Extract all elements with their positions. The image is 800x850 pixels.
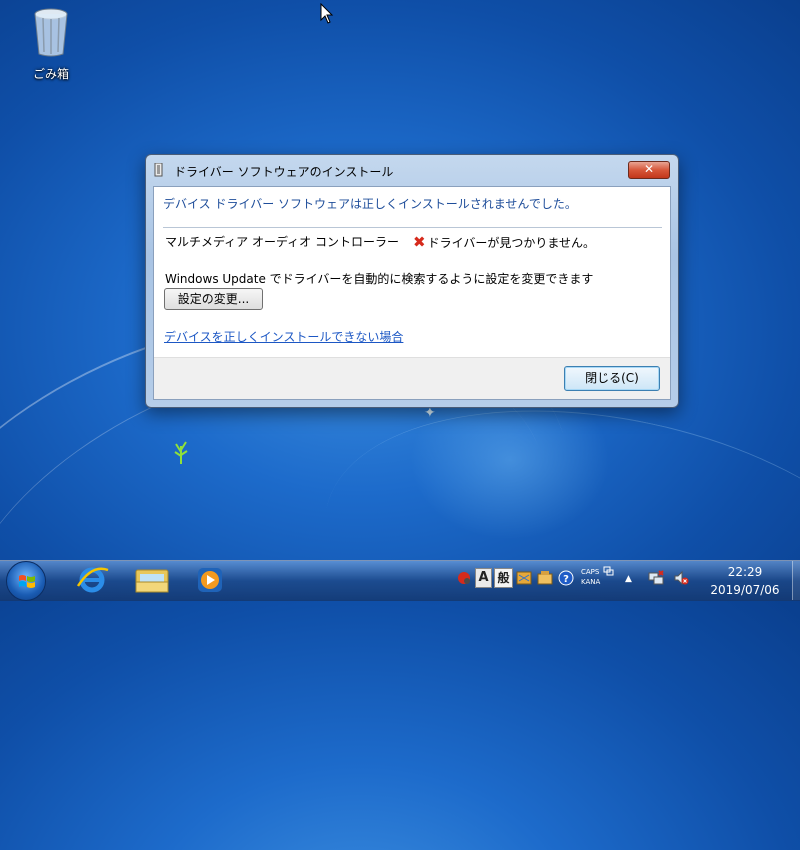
mouse-cursor-icon <box>320 3 334 24</box>
dialog-headline: デバイス ドライバー ソフトウェアは正しくインストールされませんでした。 <box>163 197 577 211</box>
clock[interactable]: 22:29 2019/07/06 <box>700 563 790 599</box>
dialog-title-bar[interactable]: ドライバー ソフトウェアのインストール ✕ <box>146 155 678 185</box>
divider <box>163 227 662 228</box>
close-button[interactable]: 閉じる(C) <box>564 366 660 391</box>
network-icon[interactable] <box>648 570 664 586</box>
volume-muted-icon[interactable] <box>673 570 689 586</box>
windows-update-text: Windows Update でドライバーを自動的に検索するように設定を変更でき… <box>165 272 594 286</box>
recycle-bin-icon <box>34 8 68 57</box>
svg-text:?: ? <box>563 574 569 585</box>
clock-time: 22:29 <box>727 565 763 579</box>
clock-date: 2019/07/06 <box>710 583 780 597</box>
device-icon <box>154 163 163 177</box>
error-x-icon: ✖ <box>413 233 426 251</box>
wallpaper-leaf-icon <box>174 441 188 464</box>
windows-explorer-icon[interactable] <box>132 564 172 596</box>
windows-flag-icon <box>19 575 35 588</box>
driver-status: ✖ ドライバーが見つかりません。 <box>413 233 595 251</box>
ime-pad-icon[interactable] <box>456 570 472 586</box>
driver-install-dialog: ドライバー ソフトウェアのインストール ✕ デバイス ドライバー ソフトウェアは… <box>145 154 679 408</box>
kana-label: KANA <box>581 578 601 586</box>
change-settings-button[interactable]: 設定の変更... <box>164 288 263 310</box>
ime-dictionary-icon[interactable] <box>516 570 532 586</box>
media-player-icon[interactable] <box>190 564 230 596</box>
dialog-title: ドライバー ソフトウェアのインストール <box>174 165 394 179</box>
ime-options-icon[interactable] <box>603 566 615 576</box>
internet-explorer-icon[interactable] <box>72 564 112 596</box>
ime-kanji-indicator[interactable]: 般 <box>494 568 513 588</box>
ime-tool-icon[interactable] <box>537 570 553 586</box>
help-link[interactable]: デバイスを正しくインストールできない場合 <box>164 328 403 345</box>
dialog-footer: 閉じる(C) <box>154 357 670 399</box>
recycle-bin-desktop-icon[interactable]: ごみ箱 <box>24 6 78 82</box>
caps-label: CAPS <box>581 568 600 576</box>
recycle-bin-label: ごみ箱 <box>32 67 69 81</box>
ime-mode-indicator[interactable]: A <box>475 568 492 588</box>
show-desktop-button[interactable] <box>792 561 800 600</box>
driver-status-text: ドライバーが見つかりません。 <box>427 236 595 250</box>
device-name: マルチメディア オーディオ コントローラー <box>165 235 399 249</box>
title-close-button[interactable]: ✕ <box>628 161 670 179</box>
help-icon[interactable]: ? <box>558 570 574 586</box>
start-button[interactable] <box>6 561 46 601</box>
dialog-client-area: デバイス ドライバー ソフトウェアは正しくインストールされませんでした。 マルチ… <box>153 186 671 400</box>
caps-kana-indicator: CAPS KANA <box>581 567 600 587</box>
show-hidden-icons-icon[interactable]: ▲ <box>625 574 632 584</box>
